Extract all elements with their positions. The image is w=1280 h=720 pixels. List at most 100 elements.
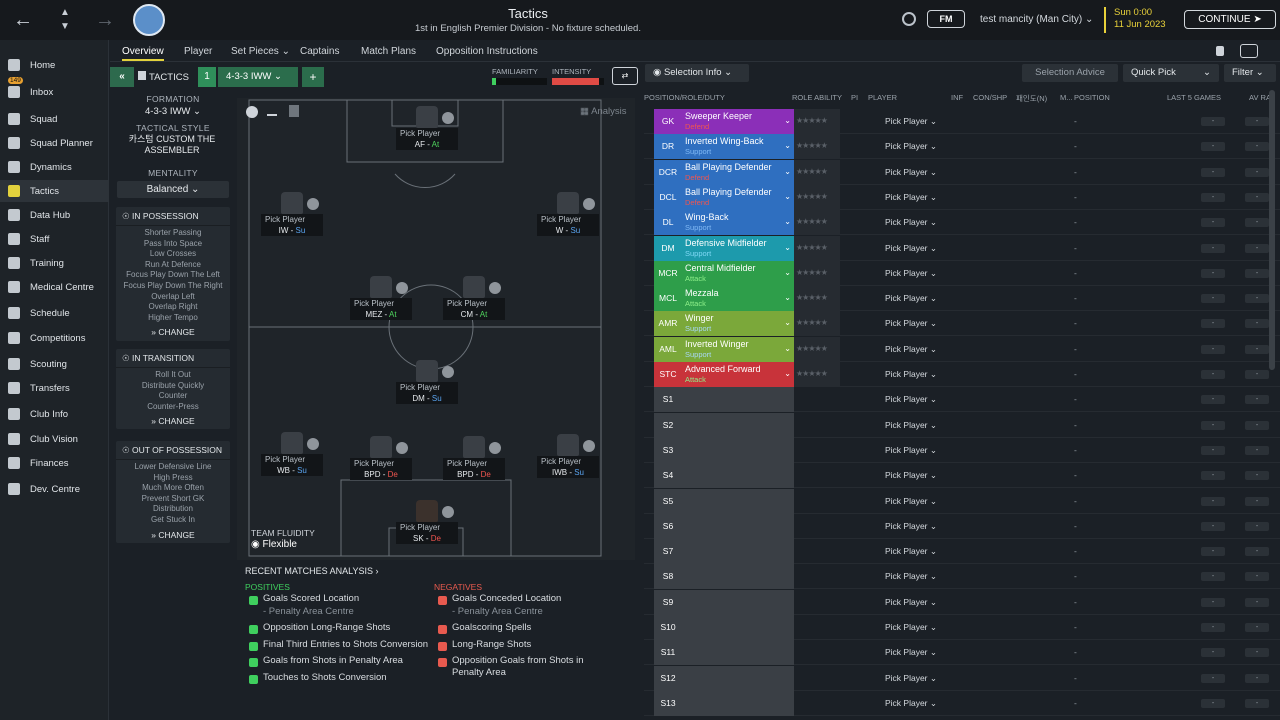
- table-row[interactable]: S2 Pick Player ⌄ - - -: [644, 412, 1280, 438]
- world-icon[interactable]: [902, 12, 916, 26]
- column-header[interactable]: M...: [1060, 93, 1073, 102]
- selection-info-dropdown[interactable]: ◉ Selection Info ⌄: [645, 64, 749, 82]
- pick-player-dropdown[interactable]: Pick Player: [537, 214, 599, 225]
- pick-player-dropdown[interactable]: Pick Player ⌄: [885, 496, 937, 507]
- column-header[interactable]: POSITION/ROLE/DUTY: [644, 93, 725, 102]
- position-card[interactable]: Pick Player CM - At: [443, 276, 507, 324]
- table-row[interactable]: S11 Pick Player ⌄ - - -: [644, 640, 1280, 666]
- analysis-button[interactable]: ▦ Analysis: [580, 106, 626, 117]
- sidebar-item-dynamics[interactable]: Dynamics: [0, 156, 109, 178]
- column-header[interactable]: 패인도(N): [1016, 93, 1047, 104]
- sidebar-item-transfers[interactable]: Transfers: [0, 377, 109, 399]
- pick-player-dropdown[interactable]: Pick Player ⌄: [885, 318, 937, 329]
- sidebar-item-squad-planner[interactable]: Squad Planner: [0, 132, 109, 154]
- role-duty-dropdown[interactable]: AF - At: [396, 139, 458, 150]
- sidebar-item-dev-centre[interactable]: Dev. Centre: [0, 478, 109, 500]
- info-icon[interactable]: [246, 106, 258, 118]
- pick-player-dropdown[interactable]: Pick Player ⌄: [885, 344, 937, 355]
- scrollbar[interactable]: [1269, 90, 1275, 370]
- sidebar-item-competitions[interactable]: Competitions: [0, 327, 109, 349]
- sidebar-item-staff[interactable]: Staff: [0, 228, 109, 250]
- table-row[interactable]: DCL Ball Playing Defender Defend ⌄ ★★★★★ Pick…: [644, 184, 1280, 210]
- table-row[interactable]: S4 Pick Player ⌄ - - -: [644, 463, 1280, 489]
- table-row[interactable]: S3 Pick Player ⌄ - - -: [644, 437, 1280, 463]
- pick-player-dropdown[interactable]: Pick Player ⌄: [885, 369, 937, 380]
- sidebar-item-medical-centre[interactable]: Medical Centre: [0, 276, 109, 298]
- negative-item[interactable]: Long-Range Shots: [452, 639, 531, 650]
- role-dropdown[interactable]: Sweeper Keeper Defend ⌄: [682, 109, 794, 134]
- bar-chart-icon[interactable]: [267, 106, 277, 116]
- pick-player-dropdown[interactable]: Pick Player: [350, 458, 412, 469]
- tactic-slot-tab[interactable]: 1: [198, 67, 216, 87]
- sidebar-item-finances[interactable]: Finances: [0, 452, 109, 474]
- role-dropdown[interactable]: Ball Playing Defender Defend ⌄: [682, 159, 794, 185]
- quick-pick-button[interactable]: Quick Pick ⌄: [1123, 64, 1219, 82]
- pick-player-dropdown[interactable]: Pick Player ⌄: [885, 698, 937, 709]
- position-card[interactable]: Pick Player MEZ - At: [350, 276, 414, 324]
- column-header[interactable]: PLAYER: [868, 93, 897, 102]
- position-card[interactable]: Pick Player AF - At: [396, 106, 460, 154]
- team-fluidity[interactable]: TEAM FLUIDITY ◉ Flexible: [251, 528, 315, 550]
- collapse-button[interactable]: «: [110, 67, 134, 87]
- role-duty-dropdown[interactable]: BPD - De: [443, 469, 505, 480]
- lock-icon[interactable]: [1216, 46, 1224, 56]
- change-in-possession-button[interactable]: » CHANGE: [116, 327, 230, 337]
- pick-player-dropdown[interactable]: Pick Player: [261, 214, 323, 225]
- positive-item[interactable]: Goals Scored Location: [263, 593, 359, 604]
- pick-player-dropdown[interactable]: Pick Player ⌄: [885, 243, 937, 254]
- table-row[interactable]: DL Wing-Back Support ⌄ ★★★★★ Pick Player ⌄ - - -: [644, 210, 1280, 236]
- table-row[interactable]: AML Inverted Winger Support ⌄ ★★★★★ Pick Play…: [644, 336, 1280, 362]
- column-header[interactable]: CON/SHP: [973, 93, 1007, 102]
- sidebar-item-tactics[interactable]: Tactics: [0, 180, 109, 202]
- tab-captains[interactable]: Captains: [300, 46, 339, 57]
- intensity-bar[interactable]: [552, 78, 604, 85]
- position-card[interactable]: Pick Player SK - De: [396, 500, 460, 548]
- negative-item[interactable]: Penalty Area: [452, 667, 506, 678]
- role-dropdown[interactable]: Mezzala Attack ⌄: [682, 286, 794, 312]
- pick-player-dropdown[interactable]: Pick Player ⌄: [885, 268, 937, 279]
- pick-player-dropdown[interactable]: Pick Player ⌄: [885, 622, 937, 633]
- pick-player-dropdown[interactable]: Pick Player ⌄: [885, 597, 937, 608]
- pick-player-dropdown[interactable]: Pick Player: [396, 522, 458, 533]
- table-row[interactable]: S9 Pick Player ⌄ - - -: [644, 589, 1280, 615]
- pick-player-dropdown[interactable]: Pick Player: [396, 128, 458, 139]
- column-header[interactable]: LAST 5 GAMES: [1167, 93, 1221, 102]
- pick-player-dropdown[interactable]: Pick Player ⌄: [885, 445, 937, 456]
- position-card[interactable]: Pick Player W - Su: [537, 192, 601, 240]
- position-card[interactable]: Pick Player WB - Su: [261, 432, 325, 480]
- sidebar-item-schedule[interactable]: Schedule: [0, 302, 109, 324]
- role-duty-dropdown[interactable]: CM - At: [443, 309, 505, 320]
- mentality-dropdown[interactable]: Balanced ⌄: [117, 181, 229, 198]
- familiarity-bar[interactable]: [492, 78, 547, 85]
- overlay-icon[interactable]: [1240, 44, 1258, 58]
- sidebar-item-home[interactable]: Home: [0, 54, 109, 76]
- table-row[interactable]: S13 Pick Player ⌄ - - -: [644, 690, 1280, 716]
- role-duty-dropdown[interactable]: IW - Su: [261, 225, 323, 236]
- positive-item[interactable]: Opposition Long-Range Shots: [263, 622, 390, 633]
- selection-advice-button[interactable]: Selection Advice: [1022, 64, 1118, 82]
- pick-player-dropdown[interactable]: Pick Player ⌄: [885, 673, 937, 684]
- sidebar-item-scouting[interactable]: Scouting: [0, 353, 109, 375]
- role-dropdown[interactable]: Inverted Winger Support ⌄: [682, 336, 794, 362]
- pick-player-dropdown[interactable]: Pick Player: [537, 456, 599, 467]
- column-header[interactable]: POSITION: [1074, 93, 1110, 102]
- sidebar-item-training[interactable]: Training: [0, 252, 109, 274]
- position-card[interactable]: Pick Player BPD - De: [350, 436, 414, 484]
- sidebar-item-data-hub[interactable]: Data Hub: [0, 204, 109, 226]
- pick-player-dropdown[interactable]: Pick Player ⌄: [885, 571, 937, 582]
- pick-player-dropdown[interactable]: Pick Player ⌄: [885, 141, 937, 152]
- table-row[interactable]: STC Advanced Forward Attack ⌄ ★★★★★ Pick Play…: [644, 362, 1280, 387]
- sidebar-item-club-vision[interactable]: Club Vision: [0, 428, 109, 450]
- tab-match-plans[interactable]: Match Plans: [361, 46, 416, 57]
- out-of-possession-panel[interactable]: ☉ OUT OF POSSESSION Lower Defensive Line…: [116, 441, 230, 543]
- position-card[interactable]: Pick Player IW - Su: [261, 192, 325, 240]
- negative-item[interactable]: Opposition Goals from Shots in: [452, 655, 583, 666]
- table-row[interactable]: MCR Central Midfielder Attack ⌄ ★★★★★ Pick Pl…: [644, 260, 1280, 286]
- role-dropdown[interactable]: Defensive Midfielder Support ⌄: [682, 235, 794, 261]
- pick-player-dropdown[interactable]: Pick Player: [396, 382, 458, 393]
- table-row[interactable]: GK Sweeper Keeper Defend ⌄ ★★★★★ Pick Player …: [644, 109, 1280, 134]
- pick-player-dropdown[interactable]: Pick Player: [261, 454, 323, 465]
- pick-player-dropdown[interactable]: Pick Player ⌄: [885, 647, 937, 658]
- role-dropdown[interactable]: Inverted Wing-Back Support ⌄: [682, 134, 794, 160]
- change-in-transition-button[interactable]: » CHANGE: [116, 416, 230, 426]
